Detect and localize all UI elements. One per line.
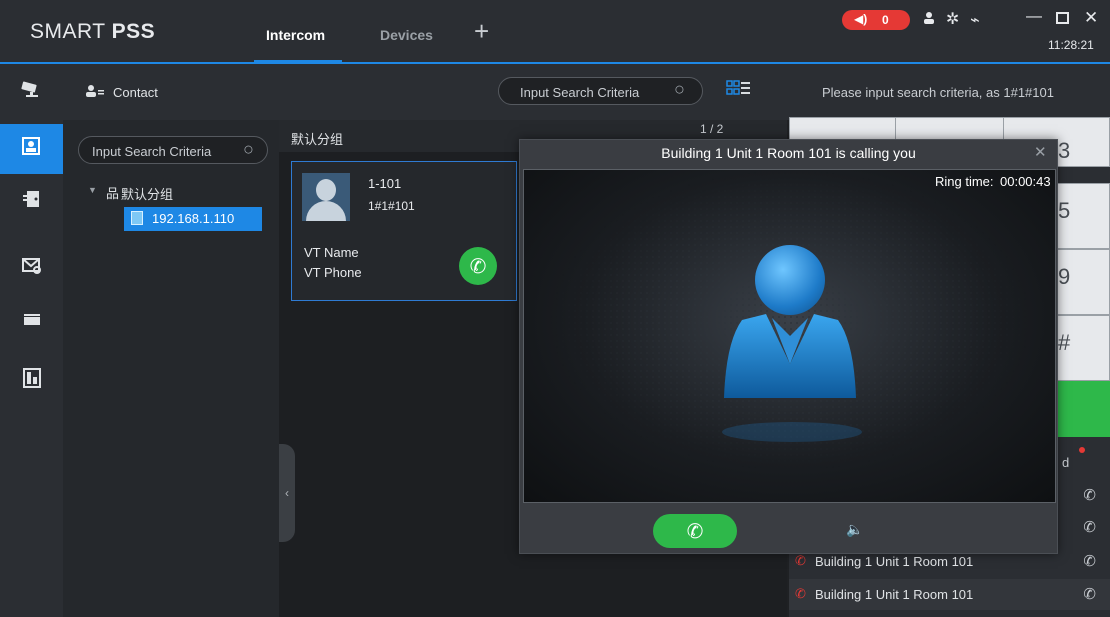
view-toggle-icon[interactable] xyxy=(726,80,750,101)
sidebar-door[interactable] xyxy=(0,176,63,226)
dialog-title: Building 1 Unit 1 Room 101 is calling yo… xyxy=(661,145,916,161)
call-record-label: Building 1 Unit 1 Room 101 xyxy=(815,587,974,602)
ring-time-value: 00:00:43 xyxy=(1000,174,1051,189)
card-code: 1#1#101 xyxy=(368,199,415,213)
missed-call-icon: ✆ xyxy=(795,586,806,601)
dial-call-button[interactable] xyxy=(1056,381,1110,437)
call-record-row[interactable]: ✆ Building 1 Unit 1 Room 101 ✆ xyxy=(789,579,1110,610)
answer-call-button[interactable]: ✆ xyxy=(653,514,737,548)
contact-icon xyxy=(86,84,106,101)
title-bar xyxy=(0,0,1110,64)
tree-search-placeholder: Input Search Criteria xyxy=(92,144,212,159)
sidebar-camera[interactable] xyxy=(0,66,63,116)
tree-group-label[interactable]: 默认分组 xyxy=(121,184,173,203)
clock: 11:28:21 xyxy=(1048,38,1094,52)
sidebar-record[interactable] xyxy=(0,297,63,347)
sidebar-message[interactable] xyxy=(0,243,63,293)
card-room: 1-101 xyxy=(368,176,402,191)
maximize-icon[interactable] xyxy=(1056,11,1069,29)
active-tab-indicator xyxy=(254,60,342,63)
door-icon xyxy=(21,188,43,215)
record-icon xyxy=(21,309,43,336)
keypad-key-digit: 3 xyxy=(1058,138,1071,163)
device-icon xyxy=(131,211,143,225)
call-record-label: Building 1 Unit 1 Room 101 xyxy=(815,554,974,569)
camera-icon xyxy=(20,80,44,103)
tree-device-label: 192.168.1.110 xyxy=(152,211,235,226)
tab-devices[interactable]: Devices xyxy=(380,27,433,43)
speaker-icon[interactable]: 🔈 xyxy=(846,521,863,538)
search-icon[interactable]: ○ xyxy=(674,79,685,100)
phone-icon[interactable]: ✆ xyxy=(1083,486,1096,504)
phone-icon[interactable]: ✆ xyxy=(1083,585,1096,603)
vto-panel-icon xyxy=(22,367,42,394)
card-vt-phone: VT Phone xyxy=(304,265,362,280)
speaker-icon: ◀) xyxy=(854,12,868,26)
message-search-icon xyxy=(21,255,43,282)
contact-search-placeholder: Input Search Criteria xyxy=(520,85,640,100)
caller-avatar-head xyxy=(755,245,825,315)
missed-call-icon: ✆ xyxy=(795,553,806,568)
chevron-left-icon: ‹ xyxy=(285,486,289,500)
user-icon[interactable] xyxy=(922,11,936,30)
phone-icon[interactable]: ✆ xyxy=(1083,552,1096,570)
ring-time-label: Ring time: xyxy=(935,174,994,189)
unread-dot xyxy=(1079,447,1085,453)
close-icon[interactable]: ✕ xyxy=(1084,8,1098,28)
app-logo: SMART PSS xyxy=(30,20,156,43)
add-tab-button[interactable]: + xyxy=(474,18,489,44)
contact-title: Contact xyxy=(113,85,158,100)
close-icon[interactable]: ✕ xyxy=(1034,143,1047,161)
card-vt-name: VT Name xyxy=(304,245,359,260)
collapse-panel-handle[interactable]: ‹ xyxy=(279,444,295,542)
sidebar-vto[interactable] xyxy=(0,355,63,405)
intercom-contact-icon xyxy=(21,136,43,163)
performance-icon[interactable]: ⌁ xyxy=(970,10,980,30)
tree-expand-arrow-icon[interactable]: ▼ xyxy=(88,185,97,195)
phone-icon: ✆ xyxy=(686,520,704,543)
page-indicator: 1 / 2 xyxy=(700,122,724,136)
caller-avatar-body xyxy=(722,312,858,398)
alarm-count: 0 xyxy=(882,13,889,27)
avatar xyxy=(302,173,350,221)
settings-icon[interactable]: ✲ xyxy=(946,9,959,29)
sidebar-intercom[interactable] xyxy=(0,124,63,174)
card-call-button[interactable]: ✆ xyxy=(459,247,497,285)
minimize-icon[interactable]: — xyxy=(1026,8,1042,26)
tab-intercom[interactable]: Intercom xyxy=(266,27,325,43)
search-icon[interactable]: ○ xyxy=(243,139,254,160)
org-group-icon: 品 xyxy=(106,186,120,201)
phone-icon[interactable]: ✆ xyxy=(1083,518,1096,536)
dial-hint: Please input search criteria, as 1#1#101 xyxy=(822,85,1054,100)
call-record-tab[interactable]: d xyxy=(1062,455,1069,470)
phone-icon: ✆ xyxy=(469,255,487,278)
alarm-badge[interactable]: ◀) 0 xyxy=(842,10,910,30)
group-title: 默认分组 xyxy=(291,132,344,147)
